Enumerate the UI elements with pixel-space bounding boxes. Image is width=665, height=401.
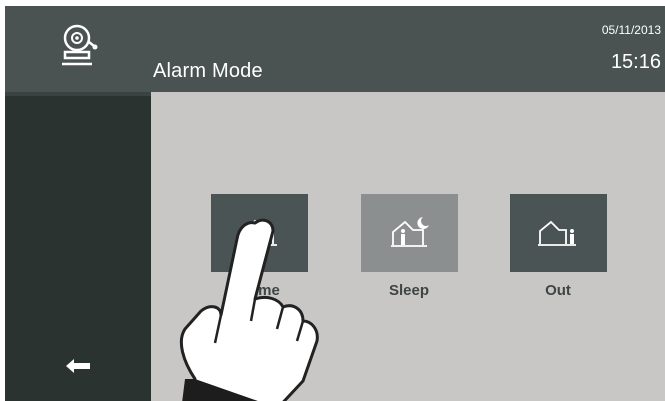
time-display: 15:16: [610, 51, 661, 73]
date-display: 05/11/2013: [601, 23, 661, 37]
mode-label-home: Home: [238, 282, 280, 299]
mode-tile-home[interactable]: [210, 194, 308, 272]
house-moon-icon: [391, 217, 429, 247]
mode-label-out: Out: [545, 282, 571, 299]
mode-selection-area: Home Sleep Out: [151, 92, 665, 401]
arrow-left-icon: [66, 359, 90, 373]
screen-frame: Alarm Mode 05/11/2013 15:16 Home Sleep O…: [5, 6, 665, 401]
page-title: Alarm Mode: [153, 60, 263, 82]
house-person-out-icon: [538, 220, 576, 246]
alarm-icon-area: [5, 6, 151, 92]
header-bar: Alarm Mode 05/11/2013 15:16: [5, 6, 665, 92]
mode-button-out[interactable]: Out: [508, 194, 608, 299]
mode-tile-sleep[interactable]: [360, 194, 458, 272]
mode-button-home[interactable]: Home: [209, 194, 309, 299]
mode-label-sleep: Sleep: [388, 282, 430, 299]
back-button[interactable]: [43, 346, 113, 386]
mode-button-sleep[interactable]: Sleep: [359, 194, 459, 299]
sidebar: [5, 92, 151, 401]
mode-tile-out[interactable]: [509, 194, 607, 272]
house-icon: [241, 219, 277, 246]
bell-icon: [62, 24, 98, 66]
